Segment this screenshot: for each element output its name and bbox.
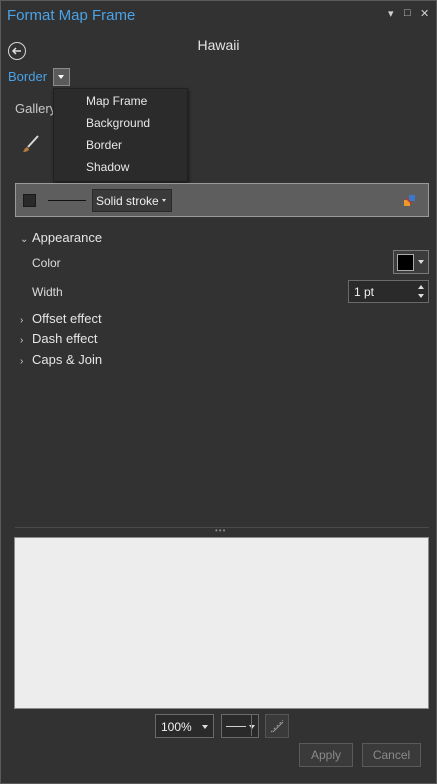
zoom-dropdown[interactable]: 100% [155, 714, 214, 738]
color-picker-button[interactable] [393, 250, 429, 274]
stroke-type-dropdown[interactable]: Solid stroke [92, 189, 172, 212]
format-mode-dropdown[interactable] [53, 68, 70, 86]
preview-line-style-dropdown[interactable] [221, 714, 259, 738]
menu-item-border[interactable]: Border [86, 138, 122, 152]
caps-join-section-header[interactable]: › Caps & Join [20, 352, 102, 367]
lock-layer-icon[interactable] [402, 192, 418, 211]
stroke-type-value: Solid stroke [96, 194, 159, 208]
diagonal-line-icon [270, 719, 284, 733]
maximize-icon[interactable]: □ [404, 7, 411, 19]
appearance-title: Appearance [32, 230, 103, 245]
dash-effect-title: Dash effect [32, 331, 98, 346]
pane-title: Format Map Frame [7, 7, 136, 24]
dash-effect-section-header[interactable]: › Dash effect [20, 331, 98, 346]
preview-toggle-button[interactable] [265, 714, 289, 738]
apply-button[interactable]: Apply [299, 743, 353, 767]
zoom-value: 100% [161, 720, 192, 734]
format-mode-label[interactable]: Border [8, 69, 47, 84]
width-stepper[interactable]: 1 pt [348, 280, 429, 303]
color-swatch [397, 254, 414, 271]
menu-item-background[interactable]: Background [86, 116, 150, 130]
increment-icon[interactable] [418, 285, 424, 289]
caps-join-title: Caps & Join [32, 352, 103, 367]
width-value: 1 pt [354, 285, 375, 299]
offset-effect-title: Offset effect [32, 311, 102, 326]
decrement-icon[interactable] [418, 294, 424, 298]
format-mode-menu: Map Frame Background Border Shadow [53, 88, 188, 182]
chevron-right-icon: › [20, 356, 24, 367]
appearance-section-header[interactable]: ⌄ Appearance [20, 230, 102, 245]
width-label: Width [32, 285, 63, 299]
close-icon[interactable]: ✕ [420, 7, 429, 20]
line-icon [226, 726, 246, 727]
tab-gallery[interactable]: Gallery [15, 101, 56, 116]
stroke-layer-row[interactable]: Solid stroke [15, 183, 429, 217]
splitter-grip-icon[interactable]: ••• [215, 526, 226, 535]
paintbrush-icon[interactable] [20, 133, 42, 158]
chevron-down-icon: ⌄ [20, 234, 29, 245]
color-label: Color [32, 256, 61, 270]
title-bar: Format Map Frame ▾ □ ✕ [0, 0, 437, 32]
chevron-right-icon: › [20, 335, 24, 346]
symbol-preview [14, 537, 429, 709]
offset-effect-section-header[interactable]: › Offset effect [20, 311, 102, 326]
element-name: Hawaii [197, 37, 240, 53]
stroke-preview-line [48, 200, 86, 201]
menu-item-shadow[interactable]: Shadow [86, 160, 129, 174]
stroke-visibility-checkbox[interactable] [23, 194, 36, 207]
chevron-right-icon: › [20, 315, 24, 326]
dropdown-divider [251, 714, 252, 736]
cancel-button[interactable]: Cancel [362, 743, 421, 767]
menu-item-map-frame[interactable]: Map Frame [86, 94, 147, 108]
pane-options-icon[interactable]: ▾ [388, 7, 394, 20]
